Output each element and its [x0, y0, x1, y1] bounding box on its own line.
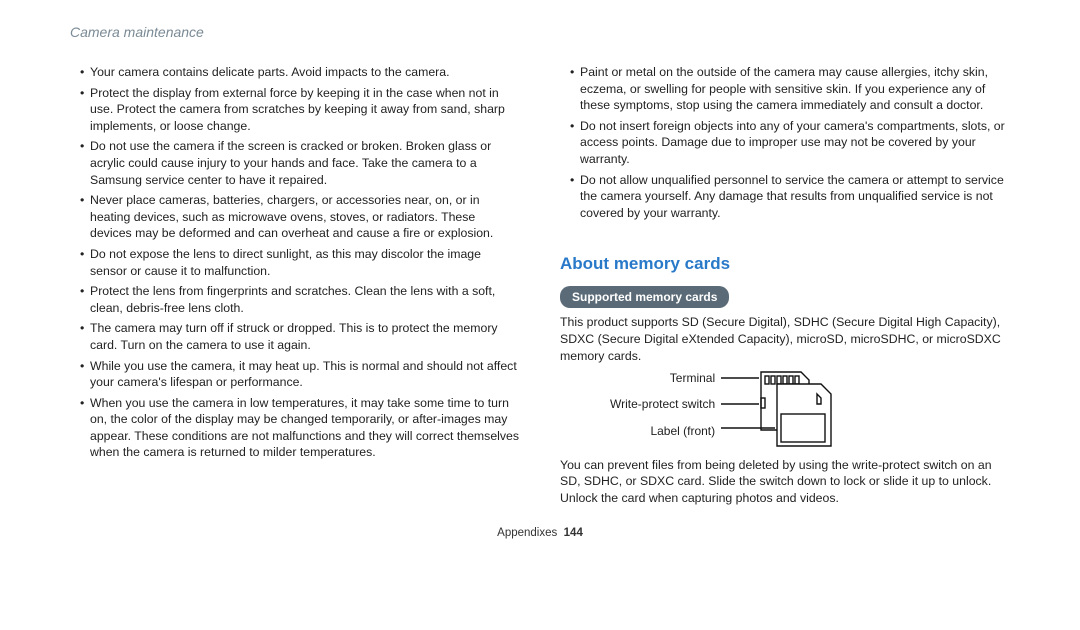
list-item: Do not insert foreign objects into any o… — [570, 118, 1010, 168]
list-item: Protect the display from external force … — [80, 85, 520, 135]
list-item: Do not expose the lens to direct sunligh… — [80, 246, 520, 279]
list-item: Protect the lens from fingerprints and s… — [80, 283, 520, 316]
subsection-pill: Supported memory cards — [560, 286, 729, 308]
paragraph: This product supports SD (Secure Digital… — [560, 314, 1010, 364]
diagram-labels: Terminal Write-protect switch Label (fro… — [610, 370, 721, 449]
list-item: While you use the camera, it may heat up… — [80, 358, 520, 391]
section-title: About memory cards — [560, 253, 1010, 276]
list-item: Do not use the camera if the screen is c… — [80, 138, 520, 188]
right-bullet-list: Paint or metal on the outside of the cam… — [560, 64, 1010, 221]
sd-card-icon — [721, 370, 851, 448]
paragraph: You can prevent files from being deleted… — [560, 457, 1010, 507]
diagram-label-terminal: Terminal — [670, 370, 715, 386]
list-item: The camera may turn off if struck or dro… — [80, 320, 520, 353]
list-item: Never place cameras, batteries, chargers… — [80, 192, 520, 242]
footer-section: Appendixes — [497, 527, 557, 539]
list-item: Your camera contains delicate parts. Avo… — [80, 64, 520, 81]
list-item: Do not allow unqualified personnel to se… — [570, 172, 1010, 222]
left-bullet-list: Your camera contains delicate parts. Avo… — [70, 64, 520, 461]
list-item: Paint or metal on the outside of the cam… — [570, 64, 1010, 114]
two-column-layout: Your camera contains delicate parts. Avo… — [70, 64, 1010, 513]
page-footer: Appendixes 144 — [70, 527, 1010, 539]
right-column: Paint or metal on the outside of the cam… — [560, 64, 1010, 513]
list-item: When you use the camera in low temperatu… — [80, 395, 520, 461]
sd-card-diagram: Terminal Write-protect switch Label (fro… — [560, 370, 1010, 449]
footer-page-number: 144 — [564, 527, 583, 539]
diagram-label-label-front: Label (front) — [650, 423, 715, 439]
diagram-label-write-protect: Write-protect switch — [610, 396, 715, 412]
left-column: Your camera contains delicate parts. Avo… — [70, 64, 520, 513]
page-header: Camera maintenance — [70, 24, 1010, 40]
page: Camera maintenance Your camera contains … — [0, 0, 1080, 539]
